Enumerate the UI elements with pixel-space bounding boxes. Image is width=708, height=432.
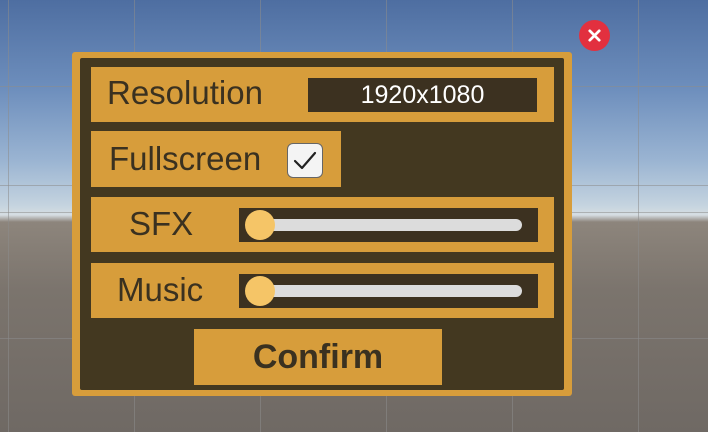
sfx-slider-track[interactable] xyxy=(245,210,522,240)
fullscreen-label: Fullscreen xyxy=(109,140,262,177)
sfx-label: SFX xyxy=(129,205,194,242)
music-slider-handle[interactable] xyxy=(245,276,275,306)
music-slider[interactable] xyxy=(239,274,538,308)
close-icon xyxy=(588,29,601,42)
close-button[interactable] xyxy=(579,20,610,51)
music-slider-track[interactable] xyxy=(245,276,522,306)
music-label: Music xyxy=(117,271,204,308)
sfx-slider[interactable] xyxy=(239,208,538,242)
confirm-button[interactable]: Confirm xyxy=(194,329,442,385)
sfx-row: SFX xyxy=(91,197,554,252)
resolution-dropdown[interactable]: 1920x1080 xyxy=(308,78,537,112)
checkmark-icon xyxy=(293,151,317,169)
fullscreen-checkbox[interactable] xyxy=(287,143,323,178)
fullscreen-row: Fullscreen xyxy=(91,131,341,187)
sfx-slider-handle[interactable] xyxy=(245,210,275,240)
resolution-row: Resolution 1920x1080 xyxy=(91,67,554,122)
music-row: Music xyxy=(91,263,554,318)
resolution-label: Resolution xyxy=(107,74,263,111)
